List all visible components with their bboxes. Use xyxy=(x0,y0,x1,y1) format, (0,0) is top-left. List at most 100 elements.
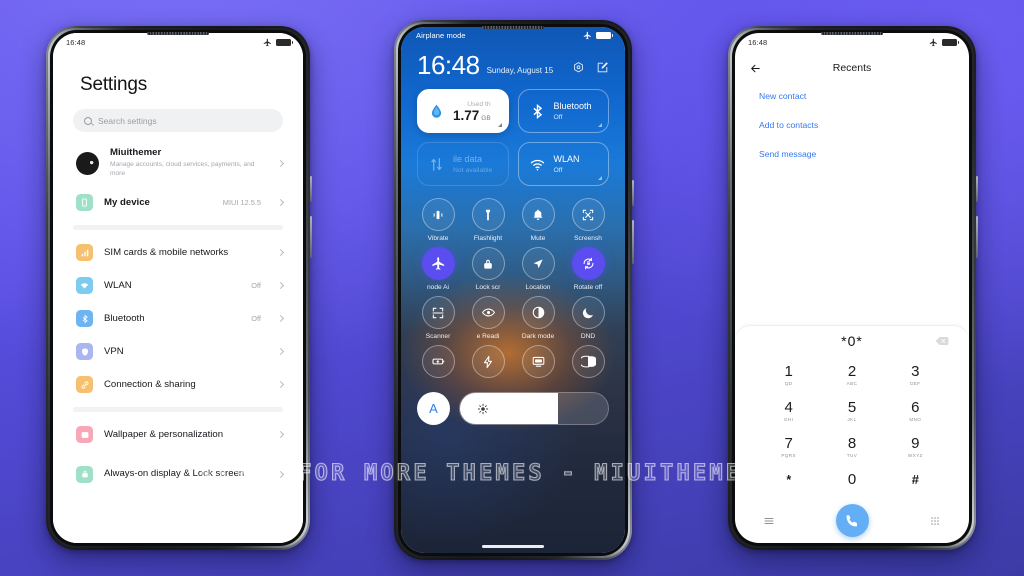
key-9[interactable]: 9 WXYZ xyxy=(884,430,947,464)
settings-label: SIM cards & mobile networks xyxy=(104,246,229,258)
link-add-to-contacts[interactable]: Add to contacts xyxy=(759,120,969,130)
key-digit: 1 xyxy=(784,362,793,380)
key-hash[interactable]: # xyxy=(884,466,947,500)
call-button[interactable] xyxy=(835,504,869,537)
settings-row-wallpaper[interactable]: Wallpaper & personalization xyxy=(53,418,303,451)
backspace-icon[interactable] xyxy=(935,336,949,346)
tile-mobile-data[interactable]: ile data Not available xyxy=(417,142,509,186)
tile-data-usage[interactable]: Used th 1.77 GB xyxy=(417,89,509,133)
side-button[interactable] xyxy=(975,216,978,258)
key-4[interactable]: 4 GHI xyxy=(757,394,820,428)
toggle-label: Vibrate xyxy=(427,235,449,242)
side-button[interactable] xyxy=(975,176,978,202)
side-button[interactable] xyxy=(631,180,634,206)
toggle-dnd[interactable]: DND xyxy=(563,296,613,340)
settings-gear-icon[interactable] xyxy=(572,61,585,74)
status-bar: Airplane mode xyxy=(401,27,625,43)
key-5[interactable]: 5 JKL xyxy=(820,394,883,428)
chevron-right-icon xyxy=(276,314,285,323)
settings-row-connection-sharing[interactable]: Connection & sharing xyxy=(53,368,303,401)
tile-wlan[interactable]: WLAN Off xyxy=(517,142,609,186)
toggle-rotate-off[interactable]: Rotate off xyxy=(563,247,613,291)
toggle-screenshot[interactable]: Screensh xyxy=(563,198,613,242)
settings-row-bluetooth[interactable]: Bluetooth Off xyxy=(53,302,303,335)
padlock-icon xyxy=(484,259,492,269)
tile-bluetooth[interactable]: Bluetooth Off xyxy=(517,89,609,133)
settings-row-aod-lockscreen[interactable]: Always-on display & Lock screen xyxy=(53,451,303,497)
toggle-cast[interactable] xyxy=(513,345,563,382)
link-send-message[interactable]: Send message xyxy=(759,149,969,159)
key-8[interactable]: 8 TUV xyxy=(820,430,883,464)
settings-row-vpn[interactable]: VPN xyxy=(53,335,303,368)
settings-label: My device xyxy=(104,196,150,208)
settings-row-wlan[interactable]: WLAN Off xyxy=(53,269,303,302)
key-7[interactable]: 7 PQRS xyxy=(757,430,820,464)
tile-value: 1.77 xyxy=(453,108,480,123)
phone-call-icon xyxy=(846,514,857,526)
key-star[interactable]: * xyxy=(757,466,820,500)
water-drop-icon xyxy=(431,104,442,118)
toggle-circle xyxy=(571,198,605,231)
toggle-lightning[interactable] xyxy=(463,345,513,382)
keypad-grid-icon[interactable] xyxy=(929,515,941,527)
toggle-location[interactable]: Location xyxy=(513,247,563,291)
side-button[interactable] xyxy=(309,176,312,202)
home-indicator[interactable] xyxy=(482,545,544,548)
battery-icon xyxy=(596,31,614,39)
link-new-contact[interactable]: New contact xyxy=(759,91,969,101)
auto-brightness-button[interactable]: A xyxy=(417,392,450,425)
toggle-dark-mode[interactable]: Dark mode xyxy=(513,296,563,340)
settings-row-account[interactable]: Miuithemer Manage accounts, cloud servic… xyxy=(53,140,303,186)
screenshot-canvas: 16:48 Settings Search settings Miuitheme… xyxy=(0,0,1024,576)
key-2[interactable]: 2 ABC xyxy=(820,358,883,392)
key-0[interactable]: 0 xyxy=(820,466,883,500)
side-button[interactable] xyxy=(309,216,312,258)
toggle-reading-mode[interactable]: e Readi xyxy=(463,296,513,340)
key-digit: 0 xyxy=(847,470,857,488)
account-subtitle: Manage accounts, cloud services, payment… xyxy=(110,161,255,177)
toggle-circle xyxy=(521,247,555,280)
tile-sub: Not available xyxy=(453,166,493,174)
toggle-half-moon-contrast[interactable] xyxy=(563,345,613,382)
toggle-circle xyxy=(421,345,455,378)
settings-label: WLAN xyxy=(104,279,132,291)
clock-row: 16:48 Sunday, August 15 xyxy=(401,43,625,78)
menu-lines-icon[interactable] xyxy=(763,515,775,527)
toggle-airplane-mode[interactable]: node Ai xyxy=(413,247,463,291)
status-time: 16:48 xyxy=(748,37,768,47)
screenshot-icon xyxy=(582,209,594,220)
key-6[interactable]: 6 MNO xyxy=(884,394,947,428)
toggle-scanner[interactable]: Scanner xyxy=(413,296,463,340)
status-time: 16:48 xyxy=(66,37,86,47)
key-3[interactable]: 3 DEF xyxy=(884,358,947,392)
tile-texts: ile data Not available xyxy=(453,154,492,175)
key-letters: ABC xyxy=(846,380,858,386)
brightness-slider[interactable] xyxy=(459,392,609,425)
key-digit: # xyxy=(911,471,919,487)
settings-label: Bluetooth xyxy=(104,312,145,324)
vibrate-icon xyxy=(433,210,443,219)
settings-row-sim[interactable]: SIM cards & mobile networks xyxy=(53,236,303,269)
expand-corner-icon[interactable] xyxy=(598,123,602,127)
settings-row-my-device[interactable]: My device MIUI 12.5.5 xyxy=(53,186,303,219)
expand-corner-icon[interactable] xyxy=(497,123,502,127)
key-1[interactable]: 1 QD xyxy=(757,358,820,392)
toggle-circle xyxy=(521,296,555,329)
expand-corner-icon[interactable] xyxy=(598,176,602,180)
flashlight-icon xyxy=(485,209,491,220)
dialed-number[interactable]: *0* xyxy=(841,333,863,349)
toggle-vibrate[interactable]: Vibrate xyxy=(413,198,463,242)
toggle-lock-screen[interactable]: Lock scr xyxy=(463,247,513,291)
edit-pencil-icon[interactable] xyxy=(596,61,609,74)
toggle-circle xyxy=(421,198,455,231)
toggle-mute[interactable]: Mute xyxy=(513,198,563,242)
account-texts: Miuithemer Manage accounts, cloud servic… xyxy=(110,147,267,178)
earpiece-speaker-icon xyxy=(482,26,544,29)
brightness-fill xyxy=(460,393,558,424)
side-button[interactable] xyxy=(631,220,634,264)
wallpaper-icon xyxy=(76,426,93,443)
bluetooth-icon xyxy=(76,310,93,327)
search-input[interactable]: Search settings xyxy=(73,109,283,132)
toggle-battery-saver[interactable] xyxy=(413,345,463,382)
toggle-flashlight[interactable]: Flashlight xyxy=(463,198,513,242)
